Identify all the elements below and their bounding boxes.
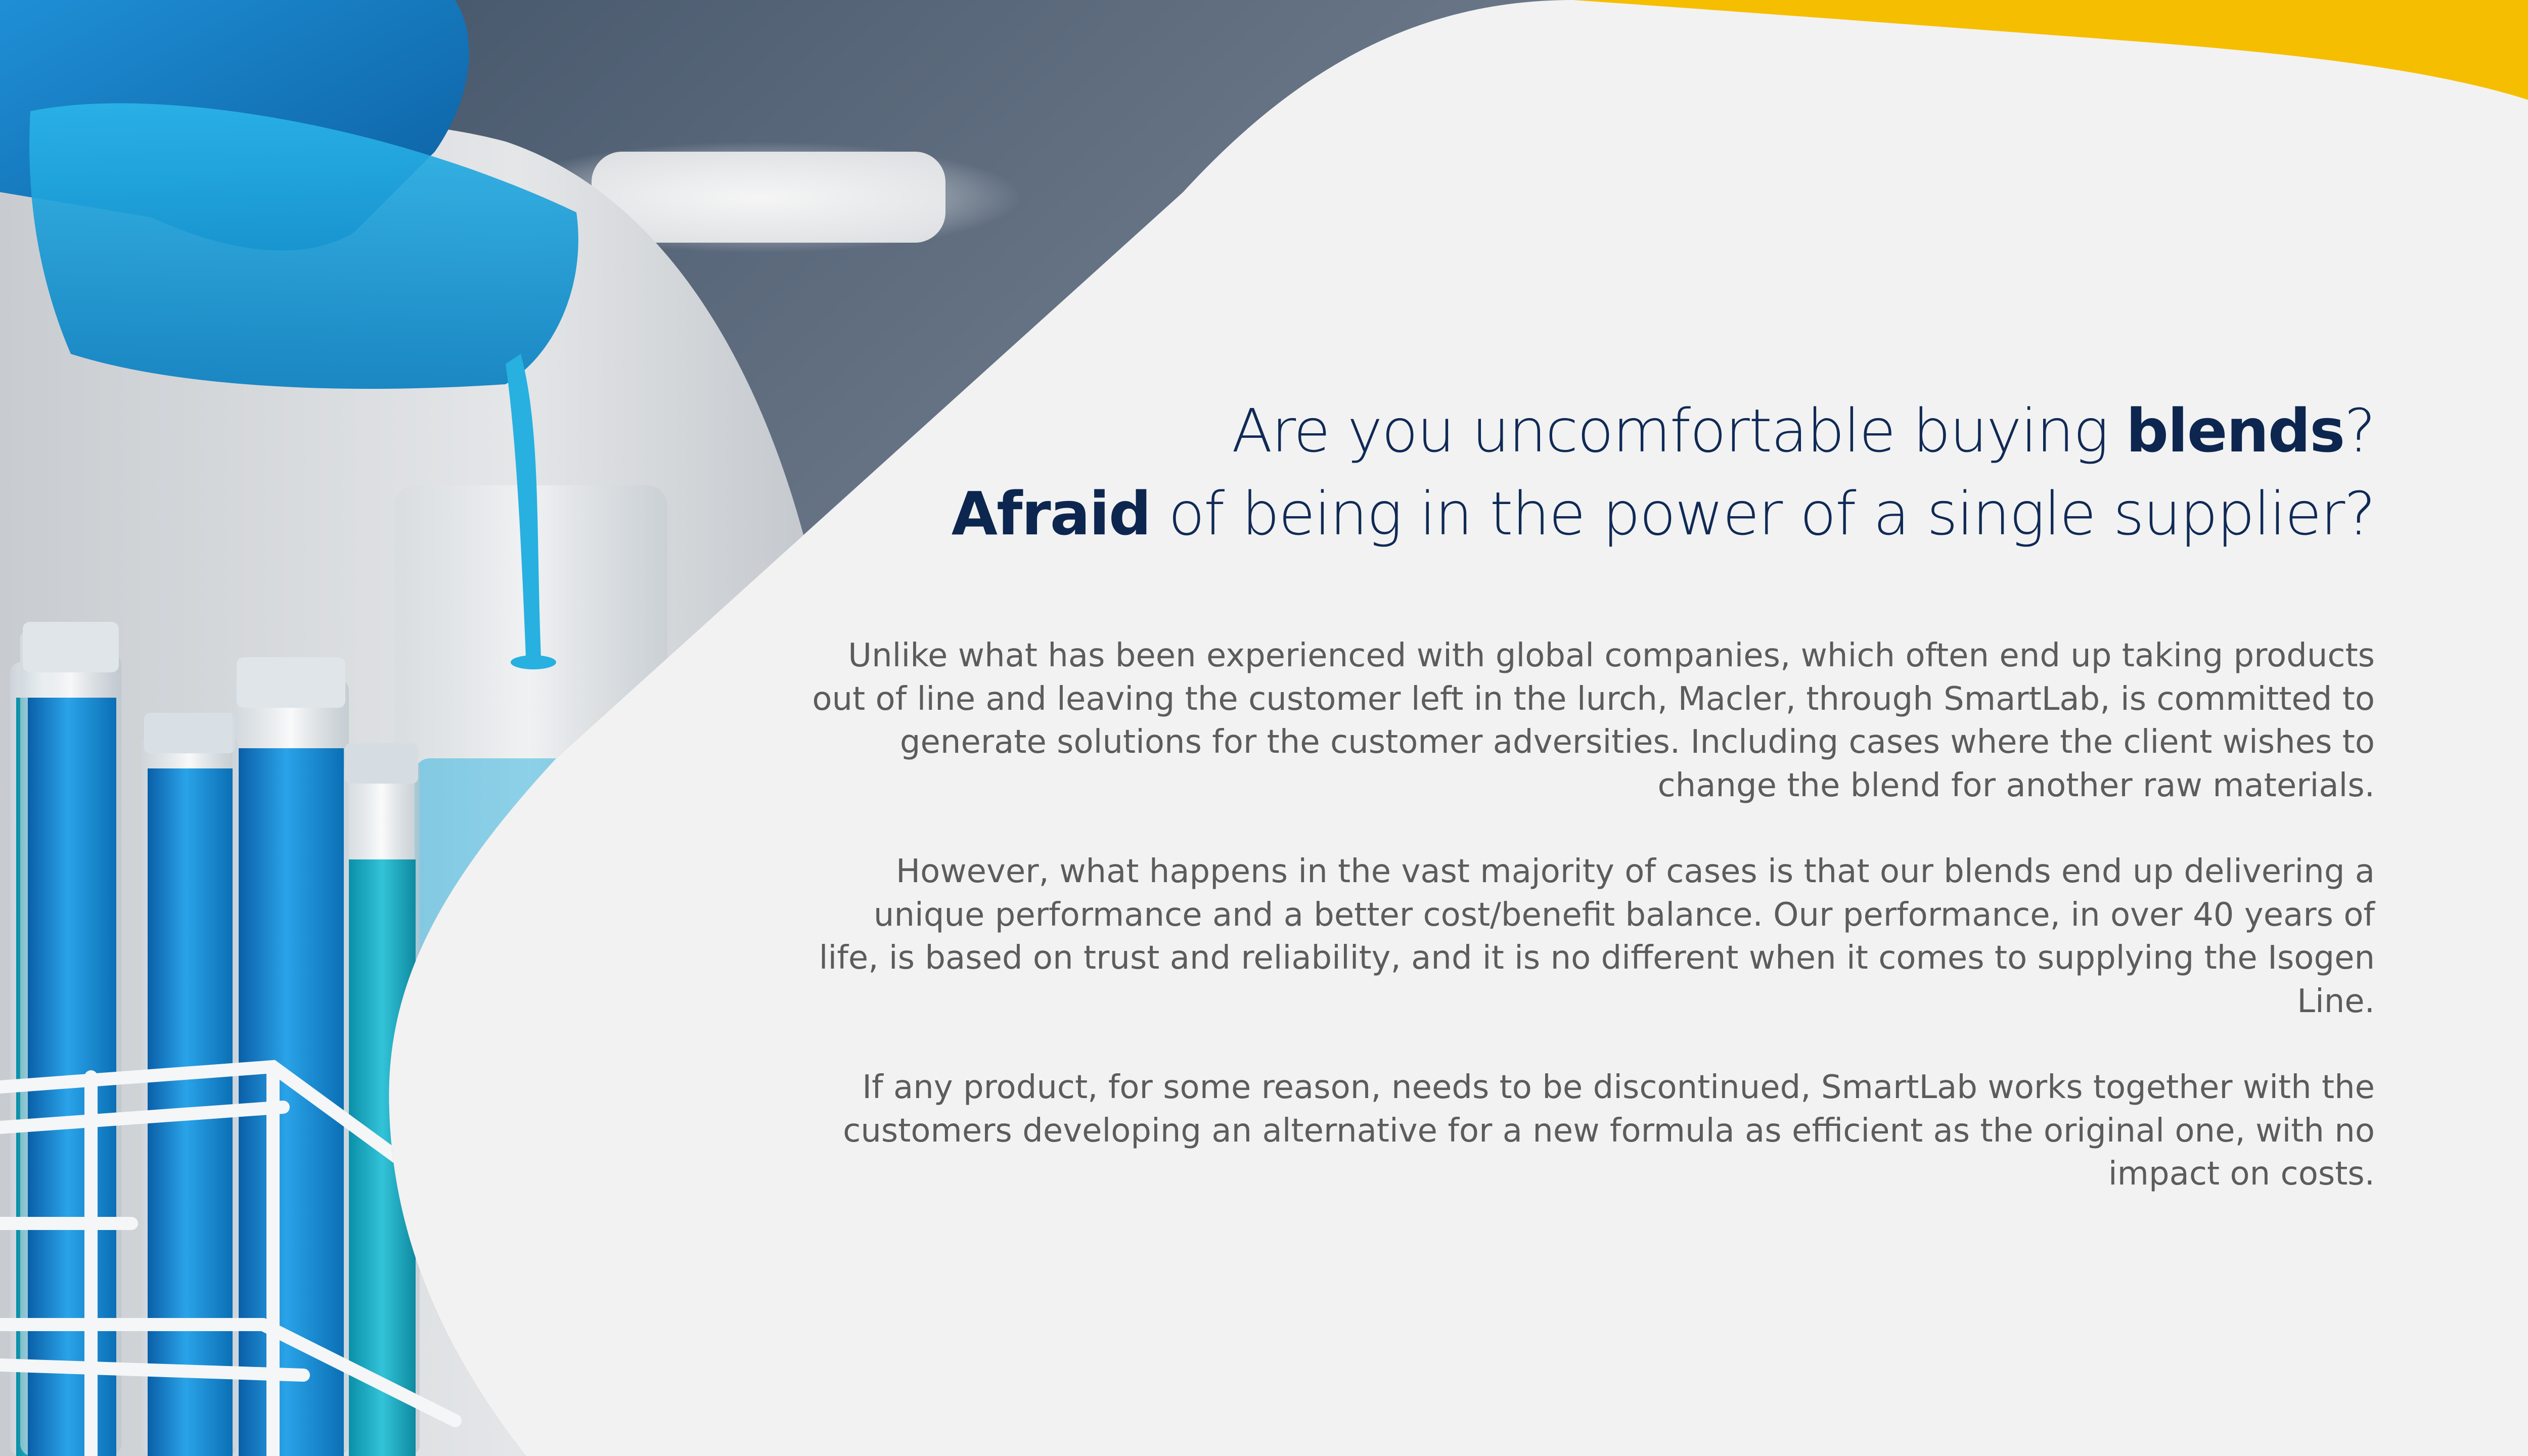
headline-emphasis-blends: blends: [2126, 396, 2345, 466]
headline-emphasis-afraid: Afraid: [951, 479, 1151, 549]
headline-line-2: Afraid of being in the power of a single…: [951, 479, 2376, 549]
slide-page: Are you uncomfortable buying blends? Afr…: [0, 0, 2528, 1456]
body-paragraph-1: Unlike what has been experienced with gl…: [812, 637, 2375, 804]
body-paragraph-2: However, what happens in the vast majori…: [819, 853, 2375, 1020]
headline-line-1: Are you uncomfortable buying blends?: [1232, 396, 2376, 466]
accent-band: [1572, 0, 2528, 100]
headline: Are you uncomfortable buying blends? Afr…: [656, 389, 2376, 555]
body-paragraph-3: If any product, for some reason, needs t…: [843, 1069, 2375, 1193]
body-copy: Unlike what has been experienced with gl…: [807, 634, 2375, 1196]
